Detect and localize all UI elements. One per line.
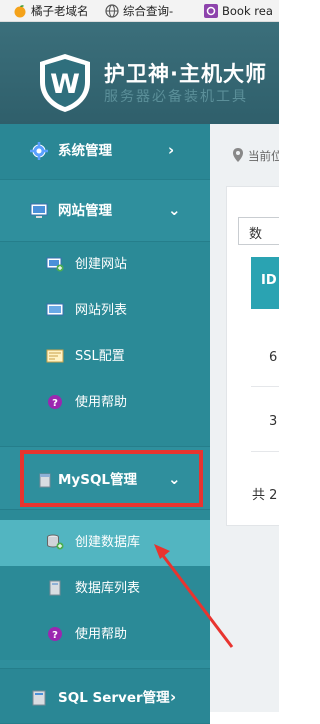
app-title: 护卫神·主机大师 (104, 62, 267, 86)
sidebar-item-create-database[interactable]: 创建数据库 (0, 520, 210, 566)
sidebar-item-label: 创建数据库 (75, 535, 141, 550)
chevron-down-icon: ⌄ (168, 470, 181, 488)
table-cell-id: 3 (269, 414, 278, 429)
bookmark-item[interactable]: Book rea (204, 3, 279, 19)
sidebar-item-help[interactable]: ? 使用帮助 (0, 612, 210, 658)
sidebar-section-mysql[interactable]: MySQL管理 ⌄ (0, 446, 210, 510)
shield-w-logo: W (40, 54, 90, 112)
sidebar-item-site-list[interactable]: 网站列表 (0, 288, 210, 334)
add-database-icon (47, 534, 64, 550)
sidebar-item-label: 使用帮助 (75, 627, 128, 642)
sidebar-item-help[interactable]: ? 使用帮助 (0, 380, 210, 426)
chevron-right-icon: › (168, 141, 175, 159)
website-submenu: 创建网站 网站列表 SSL配置 ? 使用帮助 (0, 242, 210, 446)
app-header: W 护卫神·主机大师 服务器必备装机工具 (0, 22, 279, 124)
site-list-icon (46, 303, 64, 316)
chevron-right-icon: › (170, 688, 177, 706)
sidebar-section-label: MySQL管理 (58, 472, 138, 488)
sidebar-item-label: 数据库列表 (75, 581, 141, 596)
bookmark-label: Book rea (222, 4, 273, 18)
sidebar-item-label: 网站列表 (75, 303, 128, 318)
help-icon: ? (48, 627, 62, 641)
database-icon (39, 473, 51, 488)
help-icon: ? (48, 395, 62, 409)
app-subtitle: 服务器必备装机工具 (104, 89, 248, 105)
location-pin-icon (233, 148, 243, 162)
sidebar-item-create-site[interactable]: 创建网站 (0, 242, 210, 288)
orange-fruit-icon (14, 5, 26, 18)
sidebar: 系统管理 › 网站管理 ⌄ 创建网站 网站列表 SSL配置 ? 使用帮助 MyS… (0, 124, 210, 724)
pagination-info: 共 2 (252, 488, 278, 503)
sidebar-item-label: SSL配置 (75, 349, 125, 364)
filter-select[interactable]: 数 (238, 217, 279, 245)
gear-icon (30, 142, 48, 160)
sidebar-item-database-list[interactable]: 数据库列表 (0, 566, 210, 612)
table-cell-id: 6 (269, 350, 278, 365)
certificate-icon (46, 349, 64, 363)
bookmark-item[interactable]: 橘子老域名 (13, 3, 103, 19)
chevron-down-icon: ⌄ (168, 201, 181, 219)
main-content: 当前位 数 ID 6 3 共 2 (210, 124, 279, 712)
server-icon (32, 690, 46, 706)
globe-icon (105, 4, 119, 18)
sidebar-section-label: 网站管理 (58, 203, 112, 219)
sidebar-section-sqlserver[interactable]: SQL Server管理 › (0, 668, 210, 724)
breadcrumb: 当前位 (248, 149, 279, 163)
bookmark-label: 综合查询- (123, 4, 174, 18)
bookmark-item[interactable]: 综合查询- (105, 3, 197, 19)
mysql-submenu: 创建数据库 数据库列表 ? 使用帮助 (0, 510, 210, 660)
database-list-icon (49, 580, 61, 596)
bookmark-label: 橘子老域名 (31, 4, 89, 18)
svg-text:?: ? (52, 630, 58, 641)
sidebar-item-label: 使用帮助 (75, 395, 128, 410)
sidebar-item-label: 创建网站 (75, 257, 128, 272)
table-header-id: ID (261, 273, 277, 288)
bookmarks-bar: 橘子老域名 综合查询- Book rea (0, 0, 279, 22)
sidebar-section-system[interactable]: 系统管理 › (0, 124, 210, 180)
sidebar-item-ssl[interactable]: SSL配置 (0, 334, 210, 380)
sidebar-section-website[interactable]: 网站管理 ⌄ (0, 180, 210, 242)
add-site-icon (46, 257, 64, 272)
svg-text:?: ? (52, 398, 58, 409)
sidebar-section-label: 系统管理 (58, 143, 112, 159)
sidebar-section-label: SQL Server管理 (58, 690, 170, 706)
svg-text:W: W (50, 69, 80, 100)
table-header: ID (251, 257, 279, 309)
monitor-icon (30, 203, 48, 218)
book-icon (204, 4, 218, 18)
row-divider (251, 386, 279, 387)
row-divider (251, 451, 279, 452)
